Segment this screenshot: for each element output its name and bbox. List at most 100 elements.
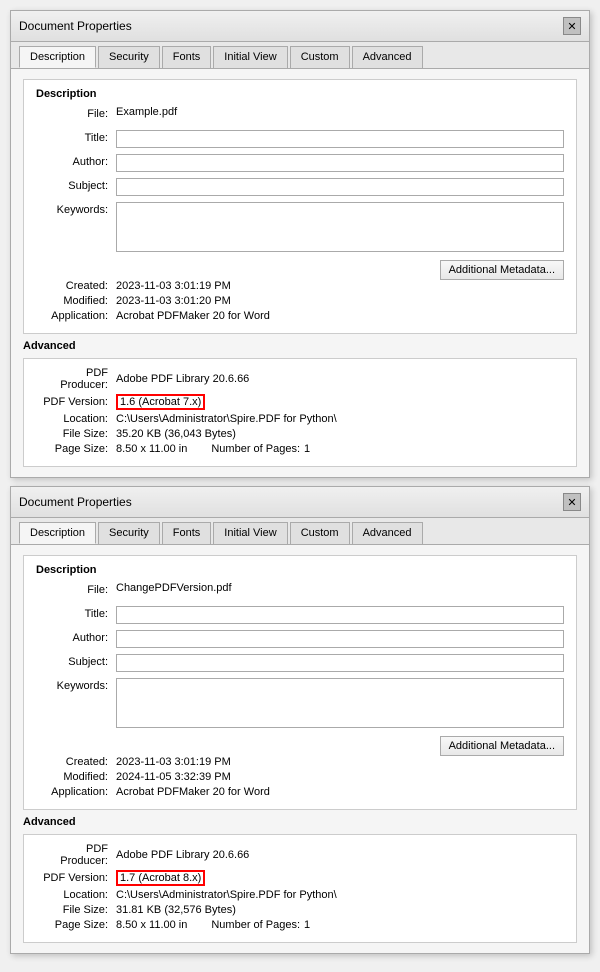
author-input-2[interactable] (116, 630, 564, 648)
keywords-textarea-1[interactable] (116, 202, 564, 252)
tab-description-1[interactable]: Description (19, 46, 96, 68)
author-label-2: Author: (36, 630, 116, 644)
application-value-1: Acrobat PDFMaker 20 for Word (116, 310, 270, 322)
file-label-1: File: (36, 106, 116, 120)
pdf-producer-value-1: Adobe PDF Library 20.6.66 (116, 373, 249, 385)
subject-row-2: Subject: (36, 654, 564, 674)
tab-advanced-2[interactable]: Advanced (352, 522, 423, 544)
keywords-row-2: Keywords: (36, 678, 564, 728)
location-label-1: Location: (36, 413, 116, 425)
keywords-label-2: Keywords: (36, 678, 116, 692)
advanced-header-1: Advanced (23, 340, 577, 352)
modified-label-2: Modified: (36, 771, 116, 783)
description-section-2: Description File: ChangePDFVersion.pdf T… (23, 555, 577, 810)
pdf-version-row-2: PDF Version: 1.7 (Acrobat 8.x) (36, 870, 564, 886)
description-header-1: Description (36, 88, 564, 100)
page-size-label-2: Page Size: (36, 919, 116, 931)
tab-custom-2[interactable]: Custom (290, 522, 350, 544)
file-size-label-2: File Size: (36, 904, 116, 916)
tab-fonts-1[interactable]: Fonts (162, 46, 212, 68)
close-button-1[interactable]: ✕ (563, 17, 581, 35)
location-label-2: Location: (36, 889, 116, 901)
pdf-producer-row-2: PDF Producer: Adobe PDF Library 20.6.66 (36, 843, 564, 867)
additional-row-1: Additional Metadata... (36, 256, 564, 280)
author-row-2: Author: (36, 630, 564, 650)
tab-security-2[interactable]: Security (98, 522, 160, 544)
file-row-1: File: Example.pdf (36, 106, 564, 126)
author-input-1[interactable] (116, 154, 564, 172)
created-value-1: 2023-11-03 3:01:19 PM (116, 280, 231, 292)
created-value-2: 2023-11-03 3:01:19 PM (116, 756, 231, 768)
application-label-2: Application: (36, 786, 116, 798)
tabs-2: Description Security Fonts Initial View … (11, 518, 589, 545)
location-row-1: Location: C:\Users\Administrator\Spire.P… (36, 413, 564, 425)
created-row-1: Created: 2023-11-03 3:01:19 PM (36, 280, 564, 292)
application-row-1: Application: Acrobat PDFMaker 20 for Wor… (36, 310, 564, 322)
subject-input-2[interactable] (116, 654, 564, 672)
title-label-1: Title: (36, 130, 116, 144)
tab-fonts-2[interactable]: Fonts (162, 522, 212, 544)
location-row-2: Location: C:\Users\Administrator\Spire.P… (36, 889, 564, 901)
created-label-2: Created: (36, 756, 116, 768)
num-pages-label-1: Number of Pages: (211, 443, 300, 455)
title-bar-1: Document Properties ✕ (11, 11, 589, 42)
modified-row-1: Modified: 2023-11-03 3:01:20 PM (36, 295, 564, 307)
keywords-textarea-2[interactable] (116, 678, 564, 728)
author-label-1: Author: (36, 154, 116, 168)
file-size-row-2: File Size: 31.81 KB (32,576 Bytes) (36, 904, 564, 916)
keywords-row-1: Keywords: (36, 202, 564, 252)
num-pages-value-2: 1 (304, 919, 310, 931)
subject-input-1[interactable] (116, 178, 564, 196)
page-size-row-2: Page Size: 8.50 x 11.00 in Number of Pag… (36, 919, 564, 931)
close-button-2[interactable]: ✕ (563, 493, 581, 511)
dialog-2: Document Properties ✕ Description Securi… (10, 486, 590, 954)
num-pages-label-2: Number of Pages: (211, 919, 300, 931)
pdf-version-label-2: PDF Version: (36, 872, 116, 884)
title-input-2[interactable] (116, 606, 564, 624)
file-size-value-2: 31.81 KB (32,576 Bytes) (116, 904, 236, 916)
subject-label-1: Subject: (36, 178, 116, 192)
page-size-row-1: Page Size: 8.50 x 11.00 in Number of Pag… (36, 443, 564, 455)
file-label-2: File: (36, 582, 116, 596)
keywords-label-1: Keywords: (36, 202, 116, 216)
title-row-2: Title: (36, 606, 564, 626)
additional-row-2: Additional Metadata... (36, 732, 564, 756)
advanced-header-2: Advanced (23, 816, 577, 828)
advanced-section-2: PDF Producer: Adobe PDF Library 20.6.66 … (23, 834, 577, 943)
modified-row-2: Modified: 2024-11-05 3:32:39 PM (36, 771, 564, 783)
modified-value-1: 2023-11-03 3:01:20 PM (116, 295, 231, 307)
dialog-1: Document Properties ✕ Description Securi… (10, 10, 590, 478)
content-2: Description File: ChangePDFVersion.pdf T… (11, 545, 589, 953)
tabs-1: Description Security Fonts Initial View … (11, 42, 589, 69)
file-size-value-1: 35.20 KB (36,043 Bytes) (116, 428, 236, 440)
content-1: Description File: Example.pdf Title: Aut… (11, 69, 589, 477)
tab-description-2[interactable]: Description (19, 522, 96, 544)
additional-metadata-button-1[interactable]: Additional Metadata... (440, 260, 564, 280)
additional-metadata-button-2[interactable]: Additional Metadata... (440, 736, 564, 756)
dialog-1-title: Document Properties (19, 19, 132, 33)
application-label-1: Application: (36, 310, 116, 322)
pdf-producer-label-1: PDF Producer: (36, 367, 116, 391)
modified-label-1: Modified: (36, 295, 116, 307)
tab-custom-1[interactable]: Custom (290, 46, 350, 68)
file-size-row-1: File Size: 35.20 KB (36,043 Bytes) (36, 428, 564, 440)
title-input-1[interactable] (116, 130, 564, 148)
tab-security-1[interactable]: Security (98, 46, 160, 68)
page-size-value-1: 8.50 x 11.00 in (116, 443, 187, 455)
created-label-1: Created: (36, 280, 116, 292)
pdf-producer-label-2: PDF Producer: (36, 843, 116, 867)
title-row-1: Title: (36, 130, 564, 150)
description-section-1: Description File: Example.pdf Title: Aut… (23, 79, 577, 334)
location-value-2: C:\Users\Administrator\Spire.PDF for Pyt… (116, 889, 337, 901)
file-row-2: File: ChangePDFVersion.pdf (36, 582, 564, 602)
tab-initial-view-2[interactable]: Initial View (213, 522, 287, 544)
tab-advanced-1[interactable]: Advanced (352, 46, 423, 68)
subject-label-2: Subject: (36, 654, 116, 668)
location-value-1: C:\Users\Administrator\Spire.PDF for Pyt… (116, 413, 337, 425)
pdf-version-value-2: 1.7 (Acrobat 8.x) (116, 870, 205, 886)
description-header-2: Description (36, 564, 564, 576)
tab-initial-view-1[interactable]: Initial View (213, 46, 287, 68)
advanced-section-1: PDF Producer: Adobe PDF Library 20.6.66 … (23, 358, 577, 467)
title-bar-2: Document Properties ✕ (11, 487, 589, 518)
dialog-2-title: Document Properties (19, 495, 132, 509)
